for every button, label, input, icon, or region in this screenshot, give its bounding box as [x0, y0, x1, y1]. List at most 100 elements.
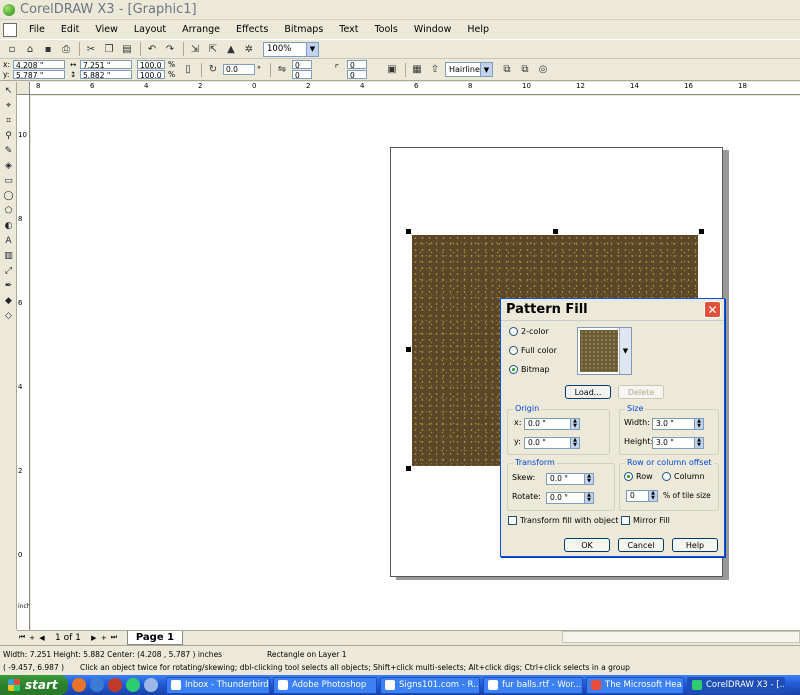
skew-field[interactable]: 0.0 ° ▲ ▼ — [546, 473, 594, 485]
menu-bitmaps[interactable]: Bitmaps — [276, 24, 331, 35]
radio-button-selected[interactable] — [509, 365, 518, 374]
print-icon[interactable]: ⎙ — [58, 41, 74, 57]
menu-arrange[interactable]: Arrange — [174, 24, 228, 35]
selection-handle[interactable] — [406, 347, 411, 352]
convert-to-curves-icon[interactable]: ◎ — [535, 62, 551, 78]
outline-pen-icon[interactable]: ⇧ — [427, 62, 443, 78]
rotate-field[interactable]: 0.0 ° ▲ ▼ — [546, 492, 594, 504]
task-photoshop[interactable]: Adobe Photoshop — [273, 676, 377, 694]
menu-help[interactable]: Help — [459, 24, 497, 35]
horizontal-ruler[interactable]: 8 6 4 2 0 2 4 6 8 10 12 14 16 18 — [30, 82, 800, 95]
next-page-icon[interactable]: ▶ — [89, 634, 99, 642]
task-signs101[interactable]: Signs101.com - R... — [380, 676, 480, 694]
load-button[interactable]: Load... — [565, 385, 611, 399]
outline-width-select[interactable]: Hairline ▼ — [445, 62, 493, 77]
selection-handle[interactable] — [553, 229, 558, 234]
radio-button[interactable] — [509, 346, 518, 355]
zoom-tool-icon[interactable]: ⚲ — [2, 129, 15, 142]
radio-button[interactable] — [509, 327, 518, 336]
spinner-icon[interactable]: ▲ ▼ — [648, 491, 657, 501]
menu-layout[interactable]: Layout — [126, 24, 174, 35]
spinner-icon[interactable]: ▲ ▼ — [694, 419, 703, 429]
thunderbird-icon[interactable] — [90, 678, 104, 692]
chevron-down-icon[interactable]: ▼ — [306, 42, 318, 56]
x-position-field[interactable]: 4.208 " — [13, 59, 65, 70]
corner-top-left-field[interactable]: 0 — [292, 59, 312, 70]
cancel-button[interactable]: Cancel — [618, 538, 664, 552]
freehand-tool-icon[interactable]: ✎ — [2, 144, 15, 157]
eyedropper-tool-icon[interactable]: ⤢ — [2, 264, 15, 277]
page-tab[interactable]: Page 1 — [126, 630, 184, 645]
fill-tool-icon[interactable]: ◆ — [2, 294, 15, 307]
firefox-icon[interactable] — [72, 678, 86, 692]
cut-icon[interactable]: ✂ — [83, 41, 99, 57]
tile-height-field[interactable]: 3.0 " ▲ ▼ — [652, 437, 704, 449]
lock-ratio-icon[interactable]: ▯ — [180, 62, 196, 78]
pattern-preview-picker[interactable]: ▼ — [577, 327, 632, 375]
corner-bottom-left-field[interactable]: 0 — [292, 69, 312, 80]
document-icon[interactable] — [3, 22, 17, 37]
offset-column-option[interactable]: Column — [662, 472, 705, 481]
radio-button[interactable] — [662, 472, 671, 481]
wrap-text-icon[interactable]: ▦ — [409, 62, 425, 78]
checkbox[interactable] — [508, 516, 517, 525]
spinner-icon[interactable]: ▲ ▼ — [584, 474, 593, 484]
lock-corners-icon[interactable]: ▣ — [384, 62, 400, 78]
height-field[interactable]: 5.882 " — [80, 69, 132, 80]
coreldraw-quicklaunch-icon[interactable] — [126, 678, 140, 692]
delete-button[interactable]: Delete — [618, 385, 664, 399]
start-button[interactable]: start — [0, 675, 68, 695]
origin-y-field[interactable]: 0.0 " ▲ ▼ — [524, 437, 580, 449]
previous-page-icon[interactable]: ◀ — [37, 634, 47, 642]
vertical-ruler[interactable]: 10 8 6 4 2 0 inches — [17, 95, 30, 630]
menu-window[interactable]: Window — [406, 24, 459, 35]
ruler-origin[interactable] — [17, 82, 30, 95]
spinner-icon[interactable]: ▲ ▼ — [570, 438, 579, 448]
chevron-down-icon[interactable]: ▼ — [480, 63, 492, 76]
media-icon[interactable] — [108, 678, 122, 692]
first-page-icon[interactable]: ⏮ — [17, 633, 27, 642]
mode-full-color[interactable]: Full color — [509, 346, 557, 355]
basic-shapes-tool-icon[interactable]: ◐ — [2, 219, 15, 232]
spinner-icon[interactable]: ▲ ▼ — [694, 438, 703, 448]
pick-tool-icon[interactable]: ↖ — [2, 84, 15, 97]
outline-tool-icon[interactable]: ✒ — [2, 279, 15, 292]
mirror-fill-checkbox[interactable]: Mirror Fill — [621, 516, 670, 525]
smart-fill-tool-icon[interactable]: ◈ — [2, 159, 15, 172]
horizontal-scrollbar[interactable] — [562, 631, 800, 643]
spinner-icon[interactable]: ▲ ▼ — [570, 419, 579, 429]
task-microsoft-health[interactable]: The Microsoft Hea... — [586, 676, 684, 694]
export-icon[interactable]: ⇱ — [205, 41, 221, 57]
selection-handle[interactable] — [406, 466, 411, 471]
spinner-icon[interactable]: ▲ ▼ — [584, 493, 593, 503]
corner-bottom-right-field[interactable]: 0 — [347, 69, 367, 80]
rotation-icon[interactable]: ↻ — [205, 62, 221, 78]
menu-effects[interactable]: Effects — [228, 24, 276, 35]
copy-icon[interactable]: ❐ — [101, 41, 117, 57]
corner-top-right-field[interactable]: 0 — [347, 59, 367, 70]
selection-handle[interactable] — [699, 229, 704, 234]
rotation-field[interactable]: 0.0 — [223, 64, 255, 75]
polygon-tool-icon[interactable]: ⬠ — [2, 204, 15, 217]
ie-icon[interactable] — [144, 678, 158, 692]
rectangle-tool-icon[interactable]: ▭ — [2, 174, 15, 187]
width-field[interactable]: 7.251 " — [80, 59, 132, 70]
undo-icon[interactable]: ↶ — [144, 41, 160, 57]
zoom-level-select[interactable]: 100% ▼ — [263, 41, 319, 57]
text-tool-icon[interactable]: A — [2, 234, 15, 247]
selection-handle[interactable] — [406, 229, 411, 234]
save-icon[interactable]: ▪ — [40, 41, 56, 57]
interactive-fill-tool-icon[interactable]: ◇ — [2, 309, 15, 322]
app-launcher-icon[interactable]: ▲ — [223, 41, 239, 57]
mode-2-color[interactable]: 2-color — [509, 327, 549, 336]
mode-bitmap[interactable]: Bitmap — [509, 365, 550, 374]
scale-width-field[interactable]: 100.0 — [137, 59, 165, 70]
tile-width-field[interactable]: 3.0 " ▲ ▼ — [652, 418, 704, 430]
menu-view[interactable]: View — [87, 24, 126, 35]
welcome-screen-icon[interactable]: ✲ — [241, 41, 257, 57]
last-page-icon[interactable]: ⏭ — [109, 633, 119, 642]
origin-x-field[interactable]: 0.0 " ▲ ▼ — [524, 418, 580, 430]
menu-file[interactable]: File — [21, 24, 53, 35]
ok-button[interactable]: OK — [564, 538, 610, 552]
open-icon[interactable]: ⌂ — [22, 41, 38, 57]
